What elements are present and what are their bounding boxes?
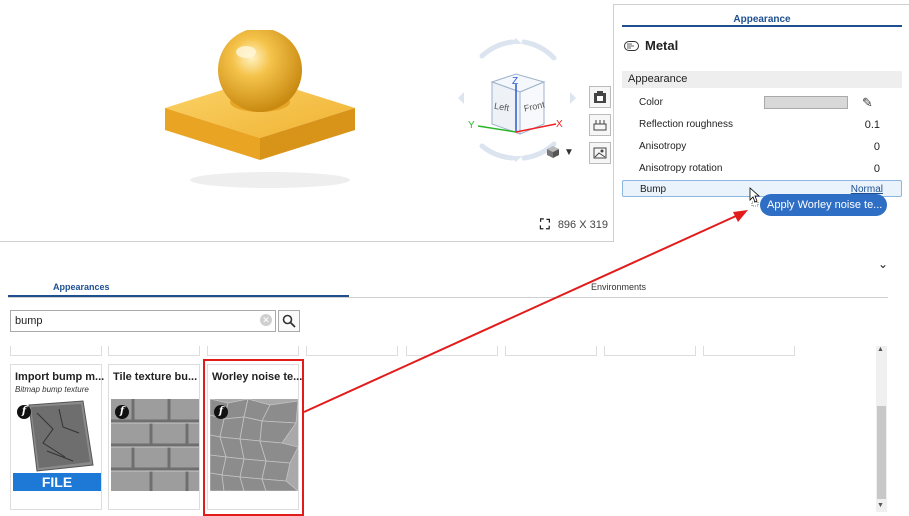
feature-script-icon: f bbox=[115, 405, 129, 419]
camera-icon bbox=[594, 91, 606, 103]
library-card-tile-texture[interactable]: Tile texture bu... f bbox=[108, 364, 200, 510]
search-button[interactable] bbox=[278, 310, 300, 332]
axis-x-label: X bbox=[556, 119, 563, 130]
axis-z-label: Z bbox=[512, 76, 518, 87]
appearance-section-header[interactable]: Appearance bbox=[622, 71, 902, 88]
library-card-stub[interactable] bbox=[306, 346, 398, 356]
library-card-stub[interactable] bbox=[505, 346, 597, 356]
property-value[interactable]: 0 bbox=[874, 141, 880, 153]
app-root: Left Front Z X Y ▼ ⛶ 896 X 319 Appearanc… bbox=[0, 0, 909, 516]
property-row-color[interactable]: Color bbox=[622, 94, 902, 111]
cube-shaded-icon bbox=[547, 146, 559, 158]
material-icon bbox=[624, 40, 639, 51]
library-card-stub[interactable] bbox=[108, 346, 200, 356]
scroll-up-icon[interactable]: ▲ bbox=[877, 346, 884, 353]
canvas-size-text: 896 X 319 bbox=[557, 218, 608, 231]
library-card-import-bump[interactable]: Import bump m... Bitmap bump texture f F… bbox=[10, 364, 105, 510]
axis-y-label: Y bbox=[468, 120, 475, 131]
file-label: FILE bbox=[13, 473, 101, 491]
property-label: Color bbox=[639, 97, 663, 108]
tab-appearances[interactable]: Appearances bbox=[53, 282, 110, 292]
scrollbar-thumb[interactable] bbox=[877, 406, 886, 499]
graphics-viewport[interactable]: Left Front Z X Y ▼ ⛶ 896 X 319 bbox=[0, 0, 613, 240]
color-swatch[interactable] bbox=[764, 96, 848, 109]
metal-part-preview bbox=[165, 30, 355, 188]
highlight-box bbox=[203, 359, 304, 516]
named-views-button[interactable] bbox=[589, 86, 611, 108]
property-value[interactable]: 0 bbox=[874, 163, 880, 175]
library-tabs: Appearances Environments bbox=[8, 278, 888, 298]
appearance-title: Metal bbox=[624, 38, 678, 53]
drag-apply-tooltip: Apply Worley noise te... bbox=[760, 194, 887, 216]
property-label: Anisotropy rotation bbox=[639, 163, 723, 174]
environment-button[interactable] bbox=[589, 142, 611, 164]
display-mode-menu[interactable]: ▼ bbox=[546, 145, 574, 159]
card-subtitle: Bitmap bump texture bbox=[15, 385, 89, 394]
property-row-anisotropy-rotation[interactable]: Anisotropy rotation 0 bbox=[622, 160, 902, 177]
active-tab-indicator bbox=[8, 295, 349, 297]
fullscreen-icon[interactable]: ⛶ bbox=[540, 216, 550, 233]
property-row-anisotropy[interactable]: Anisotropy 0 bbox=[622, 138, 902, 155]
pencil-icon[interactable]: ✎ bbox=[862, 95, 873, 111]
chevron-down-icon: ▼ bbox=[564, 146, 574, 158]
property-value[interactable]: 0.1 bbox=[865, 119, 880, 131]
card-title: Tile texture bu... bbox=[113, 371, 198, 383]
library-card-stub[interactable] bbox=[207, 346, 299, 356]
feature-script-icon: f bbox=[17, 405, 31, 419]
view-toolbar bbox=[589, 86, 611, 164]
library-card-stub[interactable] bbox=[604, 346, 696, 356]
image-icon bbox=[593, 147, 607, 159]
library-card-stub[interactable] bbox=[703, 346, 795, 356]
scroll-down-icon[interactable]: ▼ bbox=[877, 502, 884, 509]
property-label: Bump bbox=[640, 184, 667, 195]
canvas-size-readout: ⛶ 896 X 319 bbox=[540, 216, 608, 233]
collapse-chevron-icon[interactable]: ⌄ bbox=[878, 257, 888, 271]
library-card-stub[interactable] bbox=[406, 346, 498, 356]
render-settings-button[interactable] bbox=[589, 114, 611, 136]
search-icon bbox=[282, 314, 296, 328]
tab-appearance[interactable]: Appearance bbox=[622, 5, 902, 27]
tab-environments[interactable]: Environments bbox=[591, 282, 646, 292]
property-row-reflection-roughness[interactable]: Reflection roughness 0.1 bbox=[622, 116, 902, 133]
library-card-stub[interactable] bbox=[10, 346, 102, 356]
property-label: Reflection roughness bbox=[639, 119, 733, 130]
clear-search-icon[interactable]: ✕ bbox=[260, 314, 272, 326]
property-label: Anisotropy bbox=[639, 141, 687, 152]
material-name: Metal bbox=[645, 38, 679, 53]
render-icon bbox=[593, 120, 607, 131]
card-title: Import bump m... bbox=[15, 371, 105, 383]
search-input[interactable]: bump bbox=[10, 310, 276, 332]
